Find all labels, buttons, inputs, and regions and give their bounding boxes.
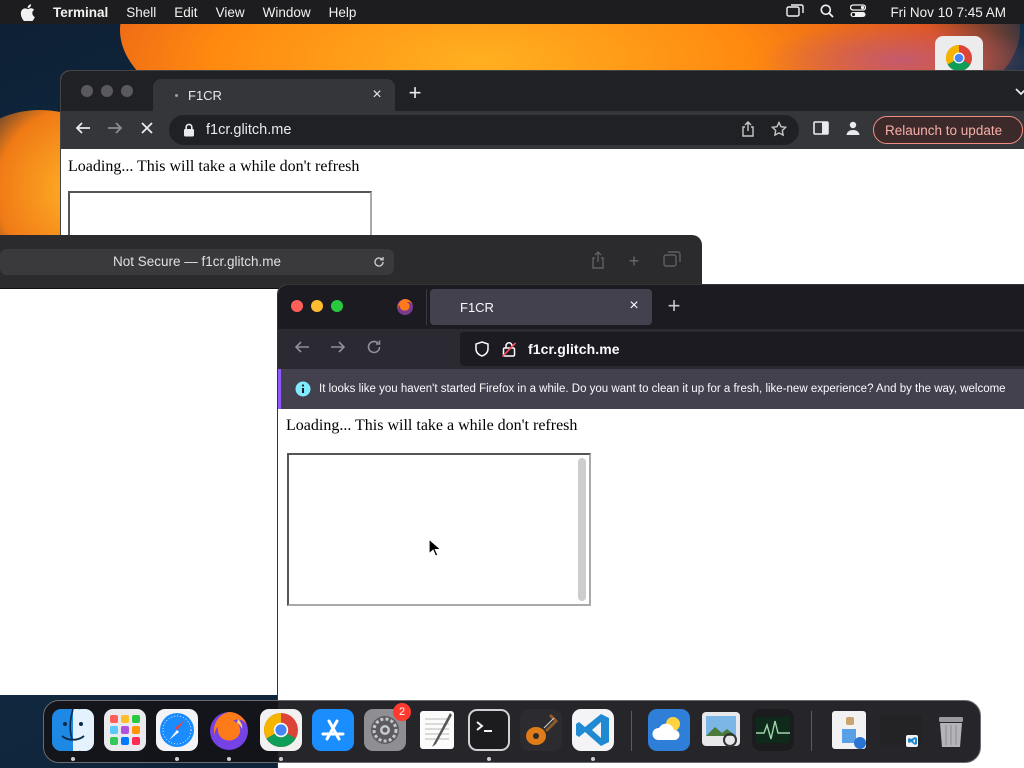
dock-launchpad-icon[interactable] xyxy=(104,709,146,751)
iframe-scrollbar[interactable] xyxy=(578,458,586,601)
dock-activity-monitor-icon[interactable] xyxy=(752,709,794,751)
firefox-url-text: f1cr.glitch.me xyxy=(528,341,620,357)
chrome-lock-icon[interactable] xyxy=(183,123,197,137)
control-center-icon[interactable] xyxy=(850,3,867,21)
safari-toolbar: Not Secure — f1cr.glitch.me + xyxy=(0,235,702,289)
chrome-close-button[interactable] xyxy=(81,85,93,97)
chrome-tab-title: F1CR xyxy=(188,87,222,103)
firefox-tab-strip: F1CR × + xyxy=(278,285,1024,329)
firefox-url-bar[interactable]: f1cr.glitch.me xyxy=(460,332,1024,366)
firefox-notice-text: It looks like you haven't started Firefo… xyxy=(319,383,1006,395)
chrome-minimize-button[interactable] xyxy=(101,85,113,97)
dock-separator xyxy=(631,711,632,751)
chrome-url-text: f1cr.glitch.me xyxy=(206,122,292,138)
firefox-minimize-button[interactable] xyxy=(311,300,323,312)
safari-share-icon[interactable] xyxy=(588,251,608,271)
chrome-forward-icon[interactable] xyxy=(105,120,125,140)
firefox-new-tab-icon[interactable]: + xyxy=(664,295,684,317)
firefox-insecure-lock-icon[interactable] xyxy=(501,341,517,358)
tab-loading-dot xyxy=(175,93,178,97)
firefox-reload-icon[interactable] xyxy=(364,339,384,359)
apple-menu-icon[interactable] xyxy=(17,2,37,22)
chrome-relaunch-button[interactable]: Relaunch to update xyxy=(873,116,1023,144)
safari-reload-icon[interactable] xyxy=(372,249,386,276)
dock-safari-icon[interactable] xyxy=(156,709,198,761)
chrome-zoom-button[interactable] xyxy=(121,85,133,97)
menu-bar: Terminal Shell Edit View Window Help Fri… xyxy=(0,0,1024,24)
firefox-page-loading-text: Loading... This will take a while don't … xyxy=(286,417,578,434)
menu-edit[interactable]: Edit xyxy=(174,5,197,20)
dock-terminal-icon[interactable] xyxy=(468,709,510,761)
info-icon xyxy=(295,381,311,397)
chrome-page-loading-text: Loading... This will take a while don't … xyxy=(68,158,360,175)
chrome-toolbar: f1cr.glitch.me Relaunch to update xyxy=(61,111,1024,149)
menu-window[interactable]: Window xyxy=(263,5,311,20)
dock-trash-icon[interactable] xyxy=(930,709,972,751)
chrome-tab-search-chevron-icon[interactable] xyxy=(1015,85,1024,99)
dock: 2 xyxy=(43,700,981,763)
spotlight-search-icon[interactable] xyxy=(820,4,835,21)
firefox-refresh-notice-bar: It looks like you haven't started Firefo… xyxy=(278,369,1024,409)
firefox-zoom-button[interactable] xyxy=(331,300,343,312)
chrome-stop-loading-icon[interactable] xyxy=(137,120,157,140)
dock-textedit-icon[interactable] xyxy=(416,709,458,751)
firefox-window-controls xyxy=(291,300,343,312)
dock-running-indicator xyxy=(175,757,179,761)
firefox-close-button[interactable] xyxy=(291,300,303,312)
firefox-tab-f1cr[interactable]: F1CR × xyxy=(430,289,652,325)
dock-garageband-icon[interactable] xyxy=(520,709,562,751)
chrome-back-icon[interactable] xyxy=(73,120,93,140)
chrome-address-bar[interactable]: f1cr.glitch.me xyxy=(169,115,799,145)
firefox-tab-title: F1CR xyxy=(460,299,494,315)
dock-firefox-icon[interactable] xyxy=(208,709,250,761)
dock-finder-icon[interactable] xyxy=(52,708,94,761)
firefox-tracking-shield-icon[interactable] xyxy=(474,341,490,357)
dock-app-store-icon[interactable] xyxy=(312,709,354,751)
dock-vscode-icon[interactable] xyxy=(572,709,614,761)
dock-weather-icon[interactable] xyxy=(648,709,690,751)
safari-address-text: Not Secure — f1cr.glitch.me xyxy=(112,254,282,269)
dock-window-stack-icon[interactable] xyxy=(880,709,924,751)
chrome-side-panel-icon[interactable] xyxy=(811,120,831,140)
menu-shell[interactable]: Shell xyxy=(126,5,156,20)
system-settings-badge: 2 xyxy=(393,703,411,721)
firefox-nav-bar: f1cr.glitch.me xyxy=(278,329,1024,369)
menu-view[interactable]: View xyxy=(216,5,245,20)
chrome-app-icon[interactable] xyxy=(935,36,983,72)
chrome-tab-strip: F1CR × + xyxy=(61,71,1024,111)
chrome-profile-icon[interactable] xyxy=(843,120,863,140)
firefox-tab-close-icon[interactable]: × xyxy=(626,298,642,314)
dock-running-indicator xyxy=(279,757,283,761)
dock-running-indicator xyxy=(487,757,491,761)
safari-address-bar[interactable]: Not Secure — f1cr.glitch.me xyxy=(0,249,394,275)
dock-running-indicator xyxy=(71,757,75,761)
firefox-forward-icon[interactable] xyxy=(328,339,348,359)
menu-app-name[interactable]: Terminal xyxy=(53,5,108,20)
chrome-tab-close-icon[interactable]: × xyxy=(369,87,385,103)
mouse-pointer-icon xyxy=(428,537,443,558)
menu-help[interactable]: Help xyxy=(329,5,357,20)
dock-downloads-stack-icon[interactable] xyxy=(828,709,870,751)
safari-new-tab-icon[interactable]: + xyxy=(624,251,644,271)
safari-tab-overview-icon[interactable] xyxy=(662,251,682,271)
firefox-tab-separator xyxy=(426,289,427,325)
firefox-view-icon[interactable] xyxy=(396,298,414,316)
chrome-new-tab-icon[interactable]: + xyxy=(405,82,425,104)
chrome-window-controls xyxy=(81,85,133,97)
chrome-share-icon[interactable] xyxy=(741,121,755,141)
firefox-window: F1CR × + f1cr.glitch.me It looks like yo… xyxy=(277,284,1024,768)
chrome-bookmark-star-icon[interactable] xyxy=(770,120,788,141)
firefox-page-iframe[interactable] xyxy=(287,453,591,606)
menu-bar-clock[interactable]: Fri Nov 10 7:45 AM xyxy=(890,5,1006,20)
dock-preview-icon[interactable] xyxy=(700,709,742,751)
dock-chrome-icon[interactable] xyxy=(260,709,302,761)
firefox-back-icon[interactable] xyxy=(292,339,312,359)
chrome-tab-f1cr[interactable]: F1CR × xyxy=(153,79,395,111)
dock-separator xyxy=(811,711,812,751)
dock-running-indicator xyxy=(227,757,231,761)
dock-running-indicator xyxy=(591,757,595,761)
screen-mirroring-icon[interactable] xyxy=(786,3,805,21)
dock-system-settings-icon[interactable]: 2 xyxy=(364,703,411,751)
